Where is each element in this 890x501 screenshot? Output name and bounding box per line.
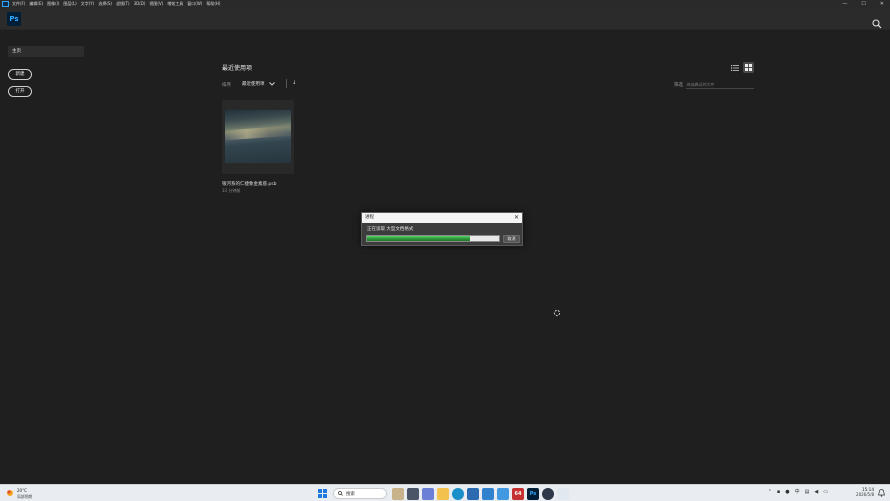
sort-label: 排序 <box>222 83 231 88</box>
menu-view[interactable]: 视图(V) <box>149 0 163 8</box>
menu-image[interactable]: 图像(I) <box>47 0 59 8</box>
sort-value: 最近使用项 <box>242 82 265 87</box>
progress-fill <box>367 236 470 241</box>
weather-icon <box>7 490 13 496</box>
notification-bell-icon[interactable] <box>878 489 885 497</box>
file-thumbnail <box>225 110 291 163</box>
menu-layer[interactable]: 图层(L) <box>63 0 76 8</box>
taskbar-search[interactable]: 搜索 <box>333 488 387 499</box>
close-button[interactable]: ✕ <box>880 0 884 8</box>
file-time: 33 分钟前 <box>222 188 241 193</box>
weather-description: 局部阴朗 <box>17 494 33 499</box>
menu-select[interactable]: 选择(S) <box>98 0 112 8</box>
app-header: Ps <box>0 8 890 30</box>
app-64-icon[interactable]: 64 <box>512 487 524 500</box>
menu-file[interactable]: 文件(F) <box>12 0 25 8</box>
battery-icon[interactable]: ▭ <box>823 489 828 495</box>
taskbar: 20°C 局部阴朗 搜索 64 Ps ⌃ ▪ ● 中 ▤ ◀ ▭ 15:14 2… <box>0 484 890 501</box>
menu-edit[interactable]: 编辑(E) <box>29 0 43 8</box>
chevron-up-icon[interactable]: ⌃ <box>768 489 772 495</box>
filter-input[interactable] <box>686 80 754 89</box>
weather-temperature: 20°C <box>17 488 27 493</box>
search-icon[interactable] <box>872 14 882 29</box>
maximize-button[interactable]: ☐ <box>861 0 865 8</box>
volume-icon[interactable]: ◀ <box>814 489 818 495</box>
busy-cursor-icon <box>553 302 561 317</box>
network-icon[interactable]: ▤ <box>805 489 810 495</box>
menu-filter[interactable]: 滤镜(T) <box>116 0 130 8</box>
open-button[interactable]: 打开 <box>8 86 32 97</box>
ime-tool-icon[interactable] <box>557 487 569 500</box>
ps-mini-logo <box>2 1 9 7</box>
weather-widget[interactable]: 20°C 局部阴朗 <box>6 487 40 500</box>
sort-dropdown[interactable]: 最近使用项 <box>242 81 275 87</box>
cancel-button[interactable]: 取消 <box>503 235 520 243</box>
search-icon <box>338 491 343 496</box>
page-title: 最近使用项 <box>222 65 253 72</box>
list-view-icon[interactable] <box>729 62 740 73</box>
landscape-widget-icon[interactable] <box>392 487 404 500</box>
file-name[interactable]: 银河系的仁捷象金素座.psb <box>222 181 277 187</box>
photoshop-taskbar-icon[interactable]: Ps <box>527 487 539 500</box>
sort-direction-button[interactable]: ↓ <box>292 80 296 86</box>
grid-view-icon[interactable] <box>743 62 754 73</box>
new-button[interactable]: 新建 <box>8 69 32 80</box>
window-controls: — ☐ ✕ <box>842 0 884 8</box>
menu-3d[interactable]: 3D(D) <box>134 0 146 8</box>
chevron-down-icon <box>268 82 275 86</box>
photos-icon[interactable] <box>482 487 494 500</box>
system-tray: ⌃ ▪ ● 中 ▤ ◀ ▭ <box>768 488 828 496</box>
photoshop-logo[interactable]: Ps <box>7 12 21 26</box>
app-badge-icon[interactable] <box>542 487 554 500</box>
file-explorer-icon[interactable] <box>437 487 449 500</box>
dialog-titlebar: 进程 ✕ <box>362 213 522 223</box>
taskbar-apps: 搜索 64 Ps <box>316 486 569 501</box>
menu-window[interactable]: 窗口(W) <box>187 0 202 8</box>
edge-icon[interactable] <box>452 487 464 500</box>
recent-file-card[interactable] <box>222 100 294 174</box>
minimize-button[interactable]: — <box>842 0 847 8</box>
filter-label: 筛选 <box>674 83 683 88</box>
menu-plugins[interactable]: 增效工具 <box>167 0 183 8</box>
progress-dialog: 进程 ✕ 正在读取 大型文档格式 取消 <box>361 212 523 246</box>
taskbar-search-label: 搜索 <box>346 491 355 497</box>
photoshop-window: 文件(F) 编辑(E) 图像(I) 图层(L) 文字(Y) 选择(S) 滤镜(T… <box>0 0 890 501</box>
menu-bar: 文件(F) 编辑(E) 图像(I) 图层(L) 文字(Y) 选择(S) 滤镜(T… <box>0 0 890 8</box>
mic-icon[interactable]: ● <box>785 489 789 495</box>
menu-help[interactable]: 帮助(H) <box>206 0 220 8</box>
store-icon[interactable] <box>467 487 479 500</box>
progress-bar <box>366 235 500 242</box>
copilot-icon[interactable] <box>422 487 434 500</box>
menu-type[interactable]: 文字(Y) <box>81 0 95 8</box>
divider <box>286 79 287 88</box>
close-icon[interactable]: ✕ <box>514 213 519 223</box>
app-tray-icon[interactable]: ▪ <box>777 489 780 495</box>
clock-date: 2026/5/8 <box>856 492 874 497</box>
ime-indicator[interactable]: 中 <box>795 488 800 495</box>
dialog-title: 进程 <box>365 215 374 220</box>
dialog-status-text: 正在读取 大型文档格式 <box>367 227 414 232</box>
clock[interactable]: 15:14 2026/5/8 <box>856 487 874 497</box>
task-view-icon[interactable] <box>407 487 419 500</box>
start-icon[interactable] <box>316 488 328 500</box>
pen-app-icon[interactable] <box>497 487 509 500</box>
sidebar-item-home[interactable]: 主页 <box>8 46 84 57</box>
